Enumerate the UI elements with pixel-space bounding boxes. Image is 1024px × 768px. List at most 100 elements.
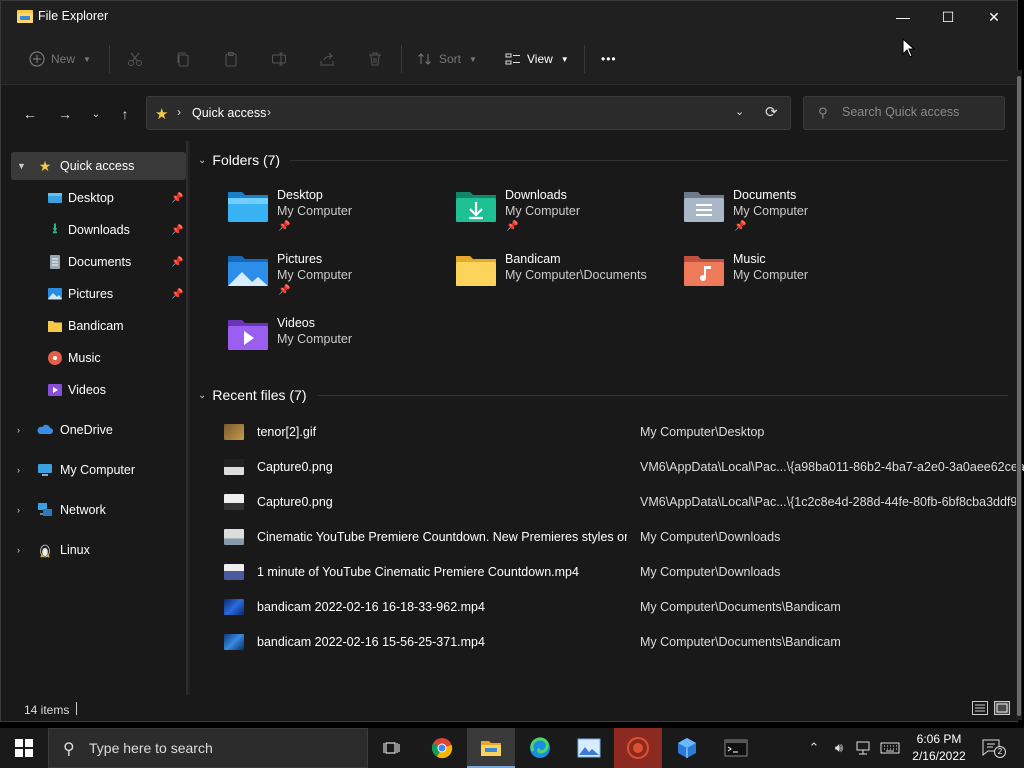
details-view-button[interactable] bbox=[972, 701, 988, 715]
taskbar-bandicam[interactable] bbox=[614, 728, 662, 768]
gif-thumbnail bbox=[224, 424, 244, 440]
sidebar-item-documents[interactable]: Documents 📌 bbox=[11, 248, 186, 276]
search-input[interactable] bbox=[842, 105, 997, 119]
delete-button[interactable] bbox=[367, 43, 383, 75]
sidebar-item-bandicam[interactable]: Bandicam bbox=[11, 312, 186, 340]
expand-chevron-icon[interactable]: ▼ bbox=[17, 161, 26, 171]
sidebar-item-downloads[interactable]: ⭳ Downloads 📌 bbox=[11, 216, 186, 244]
taskbar-terminal[interactable] bbox=[712, 728, 760, 768]
sidebar-item-music[interactable]: Music bbox=[11, 344, 186, 372]
network-status-button[interactable] bbox=[852, 728, 874, 768]
show-hidden-icons-button[interactable]: ⌃ bbox=[804, 728, 824, 768]
arrow-up-icon: ↑ bbox=[121, 106, 129, 122]
start-button[interactable] bbox=[0, 728, 48, 768]
expand-chevron-icon[interactable]: › bbox=[17, 505, 20, 515]
folder-tile-downloads[interactable]: Downloads My Computer 📌 bbox=[454, 188, 674, 248]
share-button[interactable] bbox=[319, 43, 335, 75]
breadcrumb-quick-access[interactable]: Quick access bbox=[192, 106, 266, 120]
folder-tile-music[interactable]: Music My Computer bbox=[682, 252, 902, 312]
recent-file-row[interactable]: bandicam 2022-02-16 16-18-33-962.mp4 My … bbox=[220, 593, 1010, 621]
sidebar-item-videos[interactable]: Videos bbox=[11, 376, 186, 404]
folders-section-header[interactable]: ⌄ Folders (7) bbox=[198, 152, 280, 168]
rename-button[interactable] bbox=[271, 43, 287, 75]
collapse-chevron-icon: ⌄ bbox=[198, 389, 207, 401]
recent-file-row[interactable]: 1 minute of YouTube Cinematic Premiere C… bbox=[220, 558, 1010, 586]
paste-button[interactable] bbox=[223, 43, 239, 75]
title-bar: File Explorer — ☐ ✕ bbox=[1, 1, 1017, 33]
address-dropdown-icon[interactable]: ⌄ bbox=[735, 105, 744, 118]
taskbar-app-cubes[interactable] bbox=[663, 728, 711, 768]
vertical-scrollbar[interactable] bbox=[1016, 70, 1022, 720]
maximize-button[interactable]: ☐ bbox=[925, 1, 971, 33]
chevron-up-icon: ⌃ bbox=[808, 740, 820, 755]
sort-button[interactable]: Sort ▼ bbox=[417, 43, 477, 75]
network-icon bbox=[38, 503, 52, 516]
expand-chevron-icon[interactable]: › bbox=[17, 465, 20, 475]
taskbar-search-box[interactable]: ⚲ bbox=[48, 728, 368, 768]
notification-center-button[interactable]: 2 bbox=[980, 736, 1006, 760]
forward-button[interactable]: → bbox=[54, 103, 76, 125]
folders-header-label: Folders (7) bbox=[212, 152, 281, 168]
file-explorer-icon bbox=[481, 741, 501, 756]
folder-name: Downloads bbox=[505, 188, 567, 202]
expand-chevron-icon[interactable]: › bbox=[17, 545, 20, 555]
sidebar-label: Desktop bbox=[68, 191, 114, 205]
folder-tile-documents[interactable]: Documents My Computer 📌 bbox=[682, 188, 902, 248]
task-view-button[interactable] bbox=[368, 728, 416, 768]
new-button[interactable]: New ▼ bbox=[29, 43, 91, 75]
close-button[interactable]: ✕ bbox=[971, 1, 1017, 33]
cut-button[interactable] bbox=[127, 43, 143, 75]
sidebar-item-pictures[interactable]: Pictures 📌 bbox=[11, 280, 186, 308]
recent-file-row[interactable]: Capture0.png VM6\AppData\Local\Pac...\{1… bbox=[220, 488, 1022, 516]
scrollbar-thumb[interactable] bbox=[1017, 76, 1021, 716]
file-name: tenor[2].gif bbox=[257, 425, 317, 439]
chevron-right-icon[interactable]: › bbox=[267, 105, 271, 119]
sidebar-item-quick-access[interactable]: ▼ ★ Quick access bbox=[11, 152, 186, 180]
file-location: My Computer\Documents\Bandicam bbox=[640, 635, 841, 649]
sidebar-item-my-computer[interactable]: › My Computer bbox=[11, 456, 186, 484]
taskbar-photos[interactable] bbox=[565, 728, 613, 768]
volume-button[interactable]: 🔊︎ bbox=[828, 728, 850, 768]
folder-tile-pictures[interactable]: Pictures My Computer 📌 bbox=[226, 252, 446, 312]
cloud-icon bbox=[37, 424, 53, 434]
recent-file-row[interactable]: Capture0.png VM6\AppData\Local\Pac...\{a… bbox=[220, 453, 1024, 481]
taskbar-file-explorer[interactable] bbox=[467, 728, 515, 768]
minimize-button[interactable]: — bbox=[880, 1, 926, 33]
expand-chevron-icon[interactable]: › bbox=[17, 425, 20, 435]
taskbar-chrome[interactable] bbox=[418, 728, 466, 768]
ethernet-icon bbox=[856, 741, 870, 755]
document-icon bbox=[50, 255, 60, 269]
keyboard-button[interactable] bbox=[878, 728, 902, 768]
sidebar-item-onedrive[interactable]: › OneDrive bbox=[11, 416, 186, 444]
recent-locations-button[interactable]: ⌄ bbox=[85, 103, 107, 125]
back-button[interactable]: ← bbox=[19, 103, 41, 125]
view-button[interactable]: View ▼ bbox=[505, 43, 569, 75]
sidebar-item-network[interactable]: › Network bbox=[11, 496, 186, 524]
refresh-icon[interactable]: ⟳ bbox=[765, 103, 778, 121]
download-arrow-icon: ⭳ bbox=[52, 220, 58, 236]
taskbar-search-input[interactable] bbox=[89, 740, 349, 756]
recent-file-row[interactable]: Cinematic YouTube Premiere Countdown. Ne… bbox=[220, 523, 1010, 551]
collapse-chevron-icon: ⌄ bbox=[198, 154, 207, 166]
taskbar-clock[interactable]: 6:06 PM 2/16/2022 bbox=[906, 731, 972, 765]
search-icon: ⚲ bbox=[63, 741, 75, 758]
address-bar[interactable]: ★ › Quick access › ⌄ ⟳ bbox=[146, 96, 791, 130]
folder-tile-bandicam[interactable]: Bandicam My Computer\Documents bbox=[454, 252, 674, 312]
more-icon: ••• bbox=[601, 52, 617, 66]
recent-file-row[interactable]: bandicam 2022-02-16 15-56-25-371.mp4 My … bbox=[220, 628, 1010, 656]
folder-tile-desktop[interactable]: Desktop My Computer 📌 bbox=[226, 188, 446, 248]
taskbar-edge[interactable] bbox=[516, 728, 564, 768]
sidebar-item-desktop[interactable]: Desktop 📌 bbox=[11, 184, 186, 212]
recent-files-section-header[interactable]: ⌄ Recent files (7) bbox=[198, 387, 307, 403]
sidebar-item-linux[interactable]: › Linux bbox=[11, 536, 186, 564]
search-box[interactable]: ⚲ bbox=[803, 96, 1005, 130]
more-options-button[interactable]: ••• bbox=[601, 43, 617, 75]
keyboard-icon bbox=[880, 742, 900, 754]
folder-name: Pictures bbox=[277, 252, 323, 266]
recent-file-row[interactable]: tenor[2].gif My Computer\Desktop bbox=[220, 418, 1010, 446]
copy-button[interactable] bbox=[175, 43, 191, 75]
folder-tile-videos[interactable]: Videos My Computer bbox=[226, 316, 446, 376]
tiles-view-button[interactable] bbox=[994, 701, 1010, 715]
divider bbox=[109, 45, 110, 73]
up-button[interactable]: ↑ bbox=[114, 103, 136, 125]
